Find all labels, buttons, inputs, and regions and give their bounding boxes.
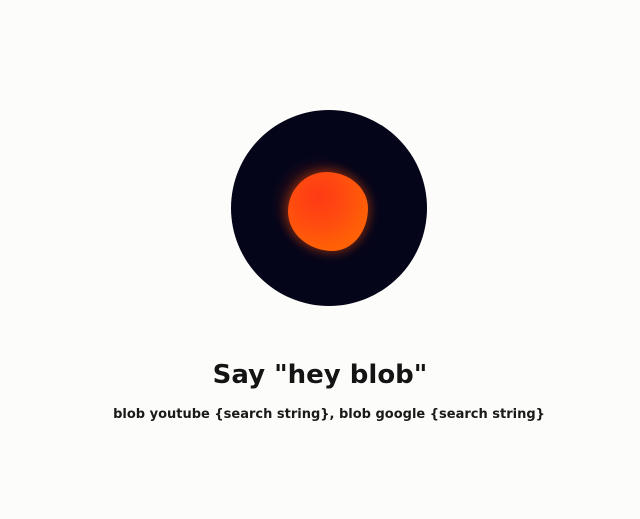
- prompt-title: Say "hey blob": [212, 360, 428, 390]
- blob-indicator: [288, 172, 368, 251]
- voice-assistant-screen: Say "hey blob" blob youtube {search stri…: [0, 0, 640, 519]
- voice-orb[interactable]: [231, 110, 427, 306]
- prompt-subtitle: blob youtube {search string}, blob googl…: [113, 407, 545, 422]
